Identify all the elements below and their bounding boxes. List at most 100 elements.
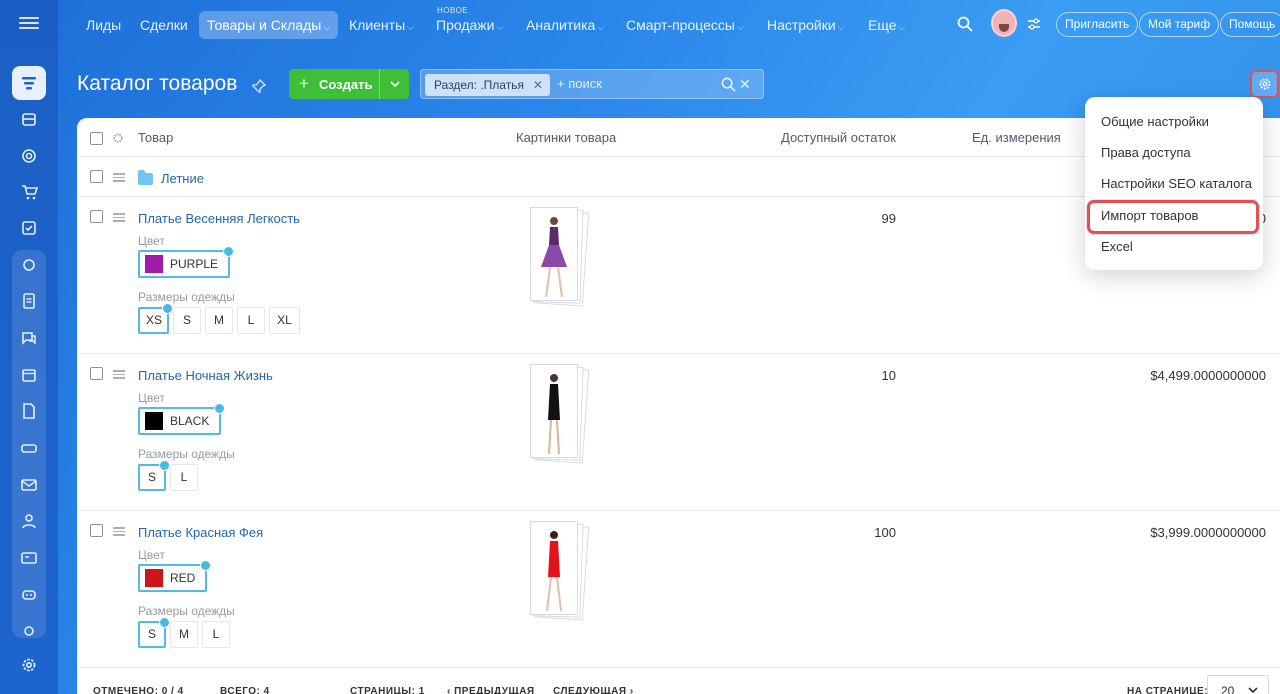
- size-chip[interactable]: XS: [138, 303, 173, 334]
- chevron-down-icon: ⌵: [736, 22, 744, 32]
- rail-more-icon[interactable]: [12, 614, 46, 648]
- nav-more[interactable]: Еще ⌵: [860, 11, 913, 39]
- menu-item-seo-settings[interactable]: Настройки SEO каталога: [1101, 176, 1252, 191]
- drag-handle-icon[interactable]: [113, 213, 125, 222]
- product-image[interactable]: [530, 364, 590, 464]
- rail-tasks-icon[interactable]: [12, 211, 46, 245]
- size-chip[interactable]: L: [202, 621, 230, 648]
- plus-icon: +: [299, 74, 309, 93]
- select-all-checkbox[interactable]: [90, 132, 103, 145]
- product-link[interactable]: Платье Весенняя Легкость: [138, 211, 300, 226]
- header-images[interactable]: Картинки товара: [516, 130, 616, 145]
- header-unit[interactable]: Ед. измерения: [972, 130, 1061, 145]
- size-chip[interactable]: XL: [269, 307, 300, 334]
- row-checkbox[interactable]: [90, 170, 103, 183]
- folder-link[interactable]: Летние: [161, 171, 204, 186]
- chevron-down-icon: ⌵: [407, 22, 414, 32]
- create-label: Создать: [319, 76, 373, 92]
- menu-item-import-products[interactable]: Импорт товаров: [1101, 208, 1198, 223]
- drag-handle-icon[interactable]: [113, 370, 125, 379]
- row-checkbox[interactable]: [90, 524, 103, 537]
- chevron-down-icon: [1248, 687, 1258, 693]
- stock-value: 10: [881, 368, 896, 383]
- rail-catalog-icon[interactable]: [12, 66, 46, 100]
- product-link[interactable]: Платье Ночная Жизнь: [138, 368, 273, 383]
- chevron-down-icon: ⌵: [837, 22, 845, 32]
- nav-smart-processes[interactable]: Смарт-процессы ⌵: [618, 11, 752, 39]
- size-chip[interactable]: L: [237, 307, 265, 334]
- column-settings-icon[interactable]: [112, 132, 124, 144]
- color-swatch: [145, 255, 163, 273]
- menu-item-access-rights[interactable]: Права доступа: [1101, 145, 1191, 160]
- rail-robot-icon[interactable]: [12, 577, 46, 611]
- nav-deals[interactable]: Сделки: [132, 11, 196, 39]
- rail-calendar-icon[interactable]: [12, 358, 46, 392]
- pages-label: СТРАНИЦЫ: 1: [350, 686, 425, 694]
- settings-gear-icon[interactable]: [12, 648, 46, 682]
- next-page-link[interactable]: СЛЕДУЮЩАЯ ›: [553, 686, 634, 694]
- rail-cart-icon[interactable]: [12, 175, 46, 209]
- create-dropdown-toggle[interactable]: [379, 69, 409, 99]
- invite-button[interactable]: Пригласить: [1056, 12, 1139, 37]
- nav-sales[interactable]: Продажи ⌵: [428, 11, 511, 39]
- rail-mail-icon[interactable]: [12, 468, 46, 502]
- color-variant-chip[interactable]: PURPLE: [138, 246, 235, 278]
- rail-chat-icon[interactable]: [12, 321, 46, 355]
- rail-store-icon[interactable]: [12, 102, 46, 136]
- pin-icon[interactable]: [252, 79, 266, 93]
- row-checkbox[interactable]: [90, 210, 103, 223]
- product-image[interactable]: [530, 521, 590, 621]
- product-link[interactable]: Платье Красная Фея: [138, 525, 263, 540]
- menu-item-excel[interactable]: Excel: [1101, 239, 1133, 254]
- gear-button[interactable]: [1250, 70, 1279, 98]
- settings-menu: Общие настройки Права доступа Настройки …: [1085, 97, 1263, 270]
- rail-flow-icon[interactable]: [12, 248, 46, 282]
- product-image[interactable]: [530, 207, 590, 307]
- clear-icon[interactable]: ✕: [739, 76, 751, 93]
- size-chip[interactable]: M: [205, 307, 233, 334]
- filter-search-bar[interactable]: Раздел: .Платья ✕ + поиск ✕: [420, 69, 764, 99]
- size-chip[interactable]: S: [138, 460, 170, 491]
- check-icon: [159, 617, 170, 628]
- sliders-icon[interactable]: [1027, 18, 1041, 30]
- rail-drive-icon[interactable]: [12, 431, 46, 465]
- menu-icon[interactable]: [19, 14, 39, 34]
- search-icon[interactable]: [721, 77, 736, 92]
- rail-card-icon[interactable]: [12, 541, 46, 575]
- search-icon[interactable]: [957, 16, 973, 32]
- tariff-button[interactable]: Мой тариф: [1139, 12, 1220, 37]
- size-chip[interactable]: L: [170, 464, 198, 491]
- marked-count: ОТМЕЧЕНО: 0 / 4: [93, 686, 184, 694]
- size-chip[interactable]: S: [173, 307, 201, 334]
- nav-leads[interactable]: Лиды: [78, 11, 129, 39]
- rail-file-icon[interactable]: [12, 394, 46, 428]
- nav-products[interactable]: Товары и Склады ⌵: [199, 11, 339, 39]
- avatar[interactable]: [991, 9, 1017, 37]
- menu-item-general-settings[interactable]: Общие настройки: [1101, 114, 1209, 129]
- help-button[interactable]: Помощь: [1220, 12, 1280, 37]
- nav-clients[interactable]: Клиенты ⌵: [341, 11, 422, 39]
- close-icon[interactable]: ✕: [533, 74, 543, 96]
- price-value: $3,999.0000000000: [1150, 525, 1266, 540]
- size-chip[interactable]: M: [170, 621, 198, 648]
- size-chip[interactable]: S: [138, 617, 170, 648]
- color-variant-chip[interactable]: BLACK: [138, 403, 226, 435]
- rail-doc-icon[interactable]: [12, 284, 46, 318]
- create-button[interactable]: + Создать: [289, 69, 409, 99]
- filter-chip[interactable]: Раздел: .Платья ✕: [425, 74, 550, 96]
- nav-analytics[interactable]: Аналитика ⌵: [518, 11, 612, 39]
- row-checkbox[interactable]: [90, 367, 103, 380]
- rail-contacts-icon[interactable]: [12, 504, 46, 538]
- header-product[interactable]: Товар: [138, 130, 173, 145]
- search-input[interactable]: + поиск: [557, 76, 602, 91]
- left-rail: [0, 0, 58, 694]
- nav-settings[interactable]: Настройки ⌵: [759, 11, 852, 39]
- prev-page-link[interactable]: ‹ ПРЕДЫДУЩАЯ: [447, 686, 535, 694]
- header-stock[interactable]: Доступный остаток: [781, 130, 896, 145]
- per-page-select[interactable]: 20: [1207, 675, 1269, 694]
- drag-handle-icon[interactable]: [113, 173, 125, 182]
- chevron-down-icon: ⌵: [496, 22, 504, 32]
- drag-handle-icon[interactable]: [113, 527, 125, 536]
- color-variant-chip[interactable]: RED: [138, 560, 212, 592]
- rail-target-icon[interactable]: [12, 139, 46, 173]
